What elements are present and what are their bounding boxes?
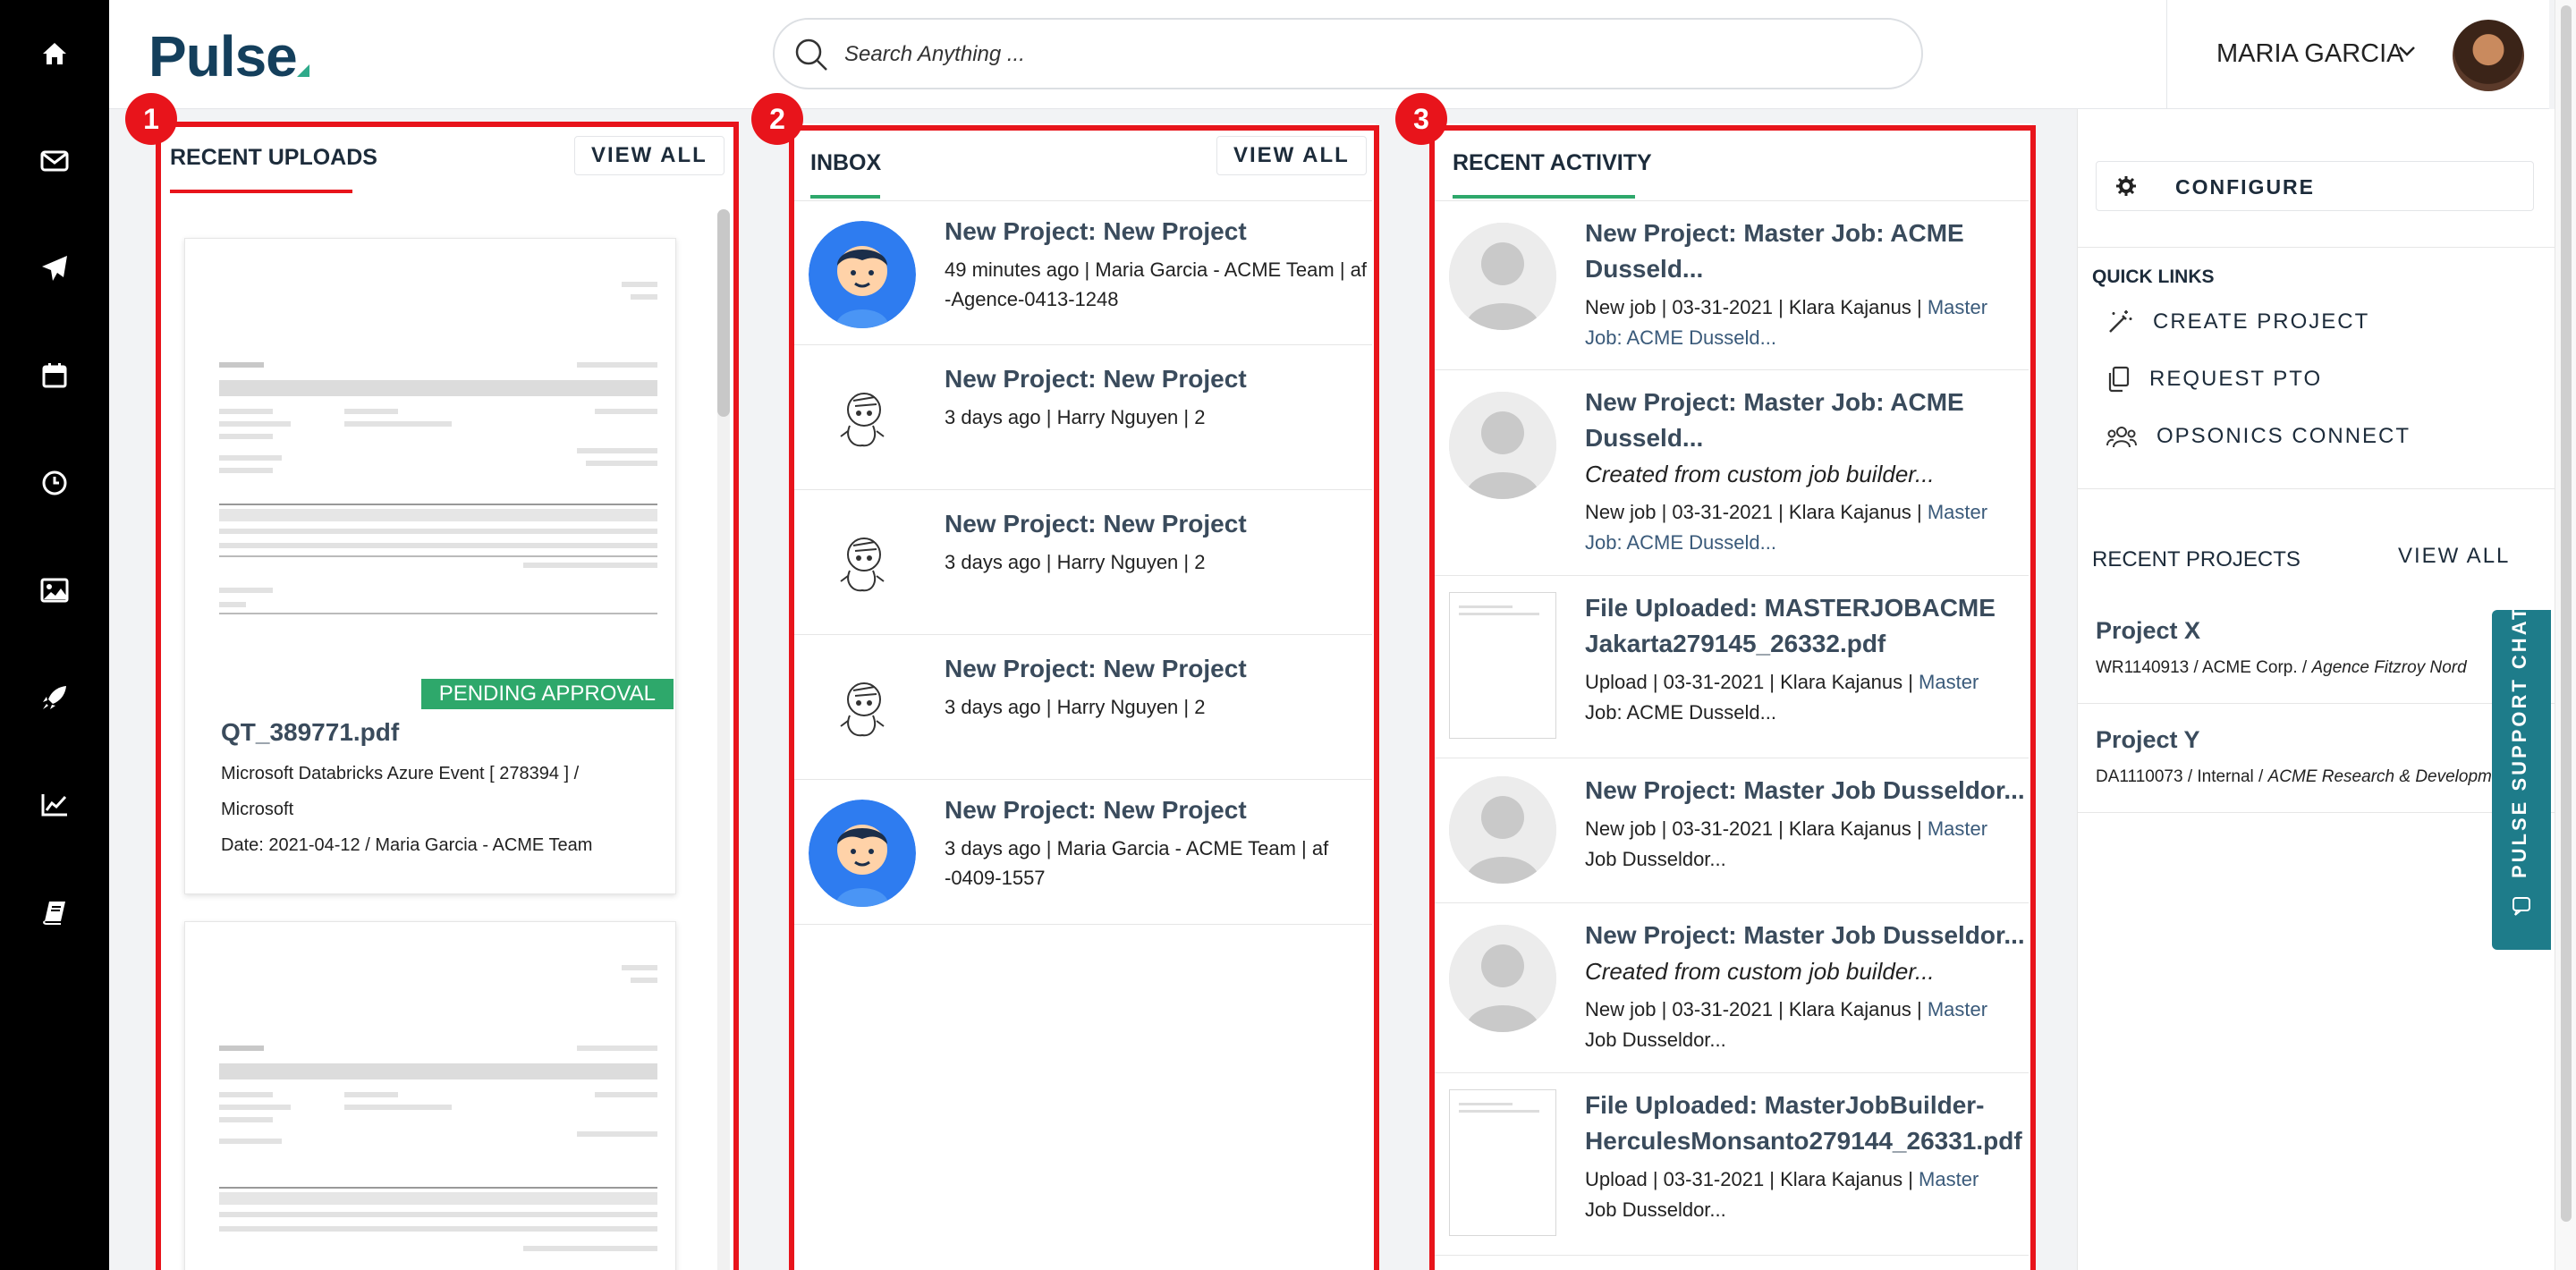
quick-links-heading: QUICK LINKS	[2092, 267, 2215, 287]
topbar-divider	[2166, 0, 2167, 109]
left-nav-rail	[0, 0, 109, 1270]
configure-label: CONFIGURE	[2175, 175, 2315, 199]
magic-wand-icon	[2109, 310, 2132, 333]
clock-icon	[42, 470, 67, 495]
support-chat-tab[interactable]: PULSE SUPPORT CHAT	[2492, 605, 2551, 950]
top-bar: Pulse MARIA GARCIA	[109, 0, 2549, 109]
configure-button[interactable]: CONFIGURE	[2096, 161, 2534, 211]
recent-projects-heading: RECENT PROJECTS	[2092, 547, 2301, 572]
nav-images[interactable]	[0, 563, 109, 617]
chevron-down-icon[interactable]	[2397, 43, 2417, 59]
send-icon	[42, 256, 67, 281]
quick-link-label: CREATE PROJECT	[2153, 309, 2370, 334]
highlight-badge-2: 2	[751, 93, 803, 145]
nav-mail[interactable]	[0, 134, 109, 188]
sidebar-divider	[2078, 703, 2555, 704]
nav-send[interactable]	[0, 241, 109, 295]
highlight-badge-1: 1	[125, 93, 177, 145]
quick-link-label: OPSONICS CONNECT	[2157, 424, 2411, 448]
sidebar-divider	[2078, 247, 2555, 248]
recent-projects-view-all-button[interactable]: VIEW ALL	[2382, 537, 2527, 576]
sidebar-divider	[2078, 812, 2555, 813]
right-sidebar: CONFIGURE QUICK LINKS CREATE PROJECT REQ…	[2077, 109, 2555, 1270]
quick-link-create-project[interactable]: CREATE PROJECT	[2106, 304, 2369, 340]
nav-launch[interactable]	[0, 671, 109, 724]
image-icon	[40, 578, 69, 603]
nav-docs[interactable]	[0, 885, 109, 939]
search-bar[interactable]	[773, 18, 1923, 89]
page-scrollbar-thumb[interactable]	[2561, 5, 2572, 1222]
highlight-box-2	[789, 125, 1379, 1270]
page-scrollbar[interactable]	[2555, 0, 2576, 1270]
users-icon	[2106, 427, 2137, 448]
support-chat-label: PULSE SUPPORT CHAT	[2508, 605, 2530, 878]
project-title[interactable]: Project X	[2096, 617, 2200, 645]
rocket-icon	[43, 686, 66, 709]
sidebar-divider	[2078, 488, 2555, 489]
search-input[interactable]	[844, 34, 1900, 75]
quick-link-label: REQUEST PTO	[2149, 367, 2323, 391]
brand-logo-mark	[297, 64, 309, 77]
nav-calendar[interactable]	[0, 349, 109, 402]
user-avatar[interactable]	[2453, 20, 2524, 91]
nav-reports[interactable]	[0, 778, 109, 832]
gear-icon	[2116, 176, 2136, 196]
project-title[interactable]: Project Y	[2096, 726, 2200, 754]
search-icon	[795, 38, 827, 71]
home-icon	[43, 43, 66, 64]
highlight-badge-3: 3	[1395, 93, 1447, 145]
quick-link-opsonics-connect[interactable]: OPSONICS CONNECT	[2106, 419, 2411, 454]
chart-icon	[41, 794, 67, 817]
mail-icon	[40, 150, 69, 172]
project-meta: WR1140913 / ACME Corp. / Agence Fitzroy …	[2096, 658, 2467, 677]
brand-logo[interactable]: Pulse	[148, 23, 298, 89]
project-meta: DA1110073 / Internal / ACME Research & D…	[2096, 767, 2516, 786]
nav-clock[interactable]	[0, 456, 109, 510]
quick-link-request-pto[interactable]: REQUEST PTO	[2106, 361, 2322, 397]
chat-icon	[2512, 897, 2530, 916]
nav-home[interactable]	[0, 27, 109, 80]
copy-icon	[2108, 366, 2130, 393]
highlight-box-3	[1429, 125, 2036, 1270]
user-menu-name[interactable]: MARIA GARCIA	[2216, 39, 2404, 69]
book-icon	[43, 902, 65, 925]
highlight-box-1	[156, 122, 739, 1270]
calendar-icon	[42, 363, 67, 388]
